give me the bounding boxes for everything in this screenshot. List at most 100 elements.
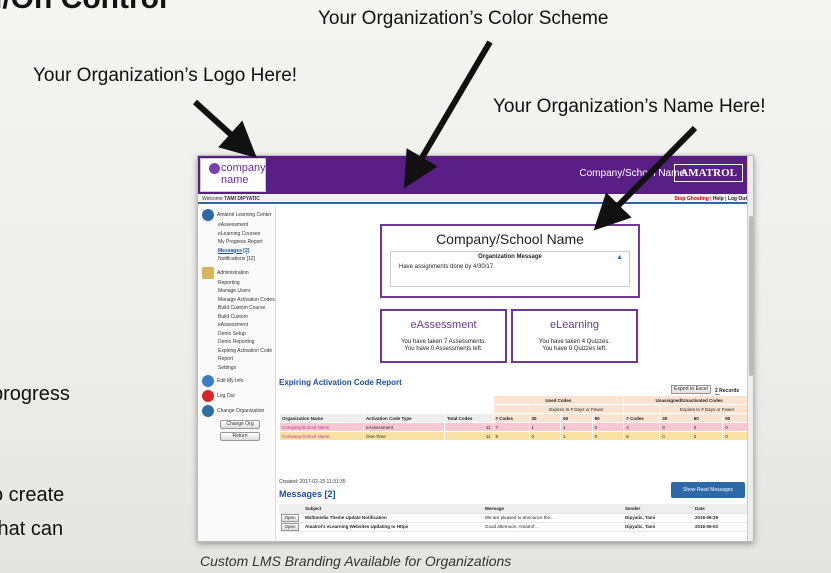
table-row: Company/School Name One-Time 11 5 0 1 0 …: [279, 431, 753, 441]
column-header[interactable]: Organization Name: [279, 413, 364, 423]
log-out-label: Log Out: [217, 393, 235, 399]
collapse-caret-icon[interactable]: ▲: [616, 254, 623, 261]
column-header[interactable]: 60: [560, 413, 593, 423]
help-link[interactable]: Help: [713, 196, 724, 202]
welcome-text: Welcome TAMI DIPYATIC: [202, 196, 260, 202]
user-icon: [202, 375, 214, 387]
column-header[interactable]: Subject: [303, 504, 483, 514]
sidebar-edit-info[interactable]: Edit My Info: [202, 375, 275, 387]
column-header[interactable]: Date: [693, 504, 753, 514]
open-message-button[interactable]: Open: [281, 513, 299, 522]
org-message-header: Organization Message: [478, 254, 542, 260]
elearning-card[interactable]: eLearning You have taken 4 Quizzes. You …: [511, 309, 638, 363]
column-header[interactable]: Total Codes: [443, 413, 494, 423]
change-org-button[interactable]: Change Org: [220, 420, 260, 429]
table-cell: 0: [659, 431, 692, 441]
card-title: eAssessment: [410, 319, 477, 331]
sidebar-item-build-course[interactable]: Build Custom Course: [218, 304, 275, 313]
table-cell: 7: [492, 422, 530, 432]
sidebar-item-manage-users[interactable]: Manage Users: [218, 287, 275, 296]
main-content: Company/School Name Organization Message…: [277, 206, 753, 541]
table-cell: 11: [443, 422, 494, 432]
column-header[interactable]: 60: [690, 413, 724, 423]
open-message-button[interactable]: Open: [281, 522, 299, 531]
org-name-link[interactable]: Company/School Name: [279, 422, 364, 432]
message-preview: Good afternoon, Amatrol'...: [483, 522, 623, 532]
org-message-text: Have assignments done by 4/30/17.: [399, 264, 495, 270]
column-header[interactable]: Message: [483, 504, 623, 514]
column-header[interactable]: # Codes: [492, 413, 530, 423]
card-line-1: You have taken 7 Assessments.: [401, 339, 486, 345]
table-row: Company/School Name eAssessment 11 7 1 1…: [279, 422, 753, 432]
sidebar-item-progress[interactable]: My Progress Report: [218, 238, 275, 247]
power-icon: [202, 390, 214, 402]
sidebar-item-settings[interactable]: Settings: [218, 364, 275, 373]
sidebar-item-reporting[interactable]: Reporting: [218, 279, 275, 288]
message-sender: Dipyatic, Tami: [623, 522, 693, 532]
return-button[interactable]: Return: [220, 432, 260, 441]
sidebar-item-messages[interactable]: Messages [2]: [218, 247, 275, 256]
scrollbar-thumb[interactable]: [749, 216, 753, 376]
sidebar-item-notifications[interactable]: Notifications [12]: [218, 255, 275, 264]
top-links: Stop Ghosting | Help | Log Out: [674, 196, 747, 202]
message-subject: Amatrol's eLearning Websites Updating to…: [303, 522, 483, 532]
card-line-2: You have 0 Assessments left.: [404, 346, 483, 352]
table-cell: eAssessment: [362, 422, 445, 432]
sidebar-item-expiring-report[interactable]: Expiring Activation Code Report: [218, 347, 275, 364]
column-header[interactable]: Activation Code Type: [362, 413, 445, 423]
table-cell: One-Time: [362, 431, 445, 441]
column-header[interactable]: Sender: [623, 504, 693, 514]
column-header: [279, 504, 303, 514]
message-date: 2016-06-03: [693, 522, 753, 532]
learning-center-icon: [202, 209, 214, 221]
table-cell: 0: [528, 431, 562, 441]
table-cell: 1: [560, 422, 593, 432]
column-header[interactable]: 90: [591, 413, 625, 423]
stop-ghosting-link[interactable]: Stop Ghosting: [674, 196, 708, 202]
arrow-logo: [192, 99, 257, 159]
column-header[interactable]: 30: [528, 413, 562, 423]
column-header[interactable]: 30: [659, 413, 692, 423]
sidebar-log-out[interactable]: Log Out: [202, 390, 275, 402]
amatrol-logo: AMATROL: [674, 164, 743, 182]
table-cell: 4: [623, 422, 661, 432]
org-panel: Company/School Name Organization Message…: [380, 224, 640, 298]
sidebar-item-eassessment[interactable]: eAssessment: [218, 221, 275, 230]
logo-annotation: Your Organization’s Logo Here!: [33, 65, 298, 86]
scrollbar[interactable]: [747, 156, 753, 541]
sidebar-learning-center[interactable]: Amatrol Learning Center: [202, 209, 275, 221]
learning-center-label: Amatrol Learning Center: [217, 212, 272, 218]
unused-expires-subheader: Expires In # Days or Fewer: [659, 404, 753, 414]
message-date: 2016-06-29: [693, 513, 753, 523]
org-panel-title: Company/School Name: [436, 231, 584, 247]
table-cell: 0: [591, 422, 625, 432]
logo-text-top: company: [221, 162, 266, 174]
show-read-messages-button[interactable]: Show Read Messages: [671, 482, 745, 498]
card-line-2: You have 0 Quizzes left.: [542, 346, 607, 352]
user-bar: Welcome TAMI DIPYATIC Stop Ghosting | He…: [198, 194, 753, 204]
sidebar-administration[interactable]: Administration: [202, 266, 275, 279]
caption: Custom LMS Branding Available for Organi…: [200, 553, 512, 569]
expiring-report-title: Expiring Activation Code Report: [279, 378, 402, 387]
sidebar-item-demo-setup[interactable]: Demo Setup: [218, 330, 275, 339]
message-sender: Dipyatic, Tami: [623, 513, 693, 523]
sidebar-item-elearning[interactable]: eLearning Courses: [218, 230, 275, 239]
sidebar-item-demo-reporting[interactable]: Demo Reporting: [218, 338, 275, 347]
messages-table: Subject Message Sender Date Open Multime…: [279, 504, 753, 532]
header-org-name: Company/School Name: [579, 168, 685, 179]
org-name-link[interactable]: Company/School Name: [279, 431, 364, 441]
pencil-icon: [202, 266, 214, 279]
column-header[interactable]: # Codes: [623, 413, 661, 423]
created-timestamp: Created: 2017-02-15 11:31:35: [279, 479, 346, 485]
message-preview: We are pleased to announce the...: [483, 513, 623, 523]
table-cell: 6: [623, 431, 661, 441]
table-cell: 0: [690, 422, 724, 432]
change-org-label: Change Organization: [217, 408, 265, 414]
edit-info-label: Edit My Info: [217, 378, 244, 384]
sidebar-item-manage-codes[interactable]: Manage Activation Codes: [218, 296, 275, 305]
eassessment-card[interactable]: eAssessment You have taken 7 Assessments…: [380, 309, 507, 363]
sidebar-item-build-eassessment[interactable]: Build Custom eAssessment: [218, 313, 275, 330]
used-expires-subheader: Expires In # Days or Fewer: [528, 404, 625, 414]
export-excel-button[interactable]: Export to Excel: [671, 385, 711, 394]
logout-link[interactable]: Log Out: [728, 196, 747, 202]
